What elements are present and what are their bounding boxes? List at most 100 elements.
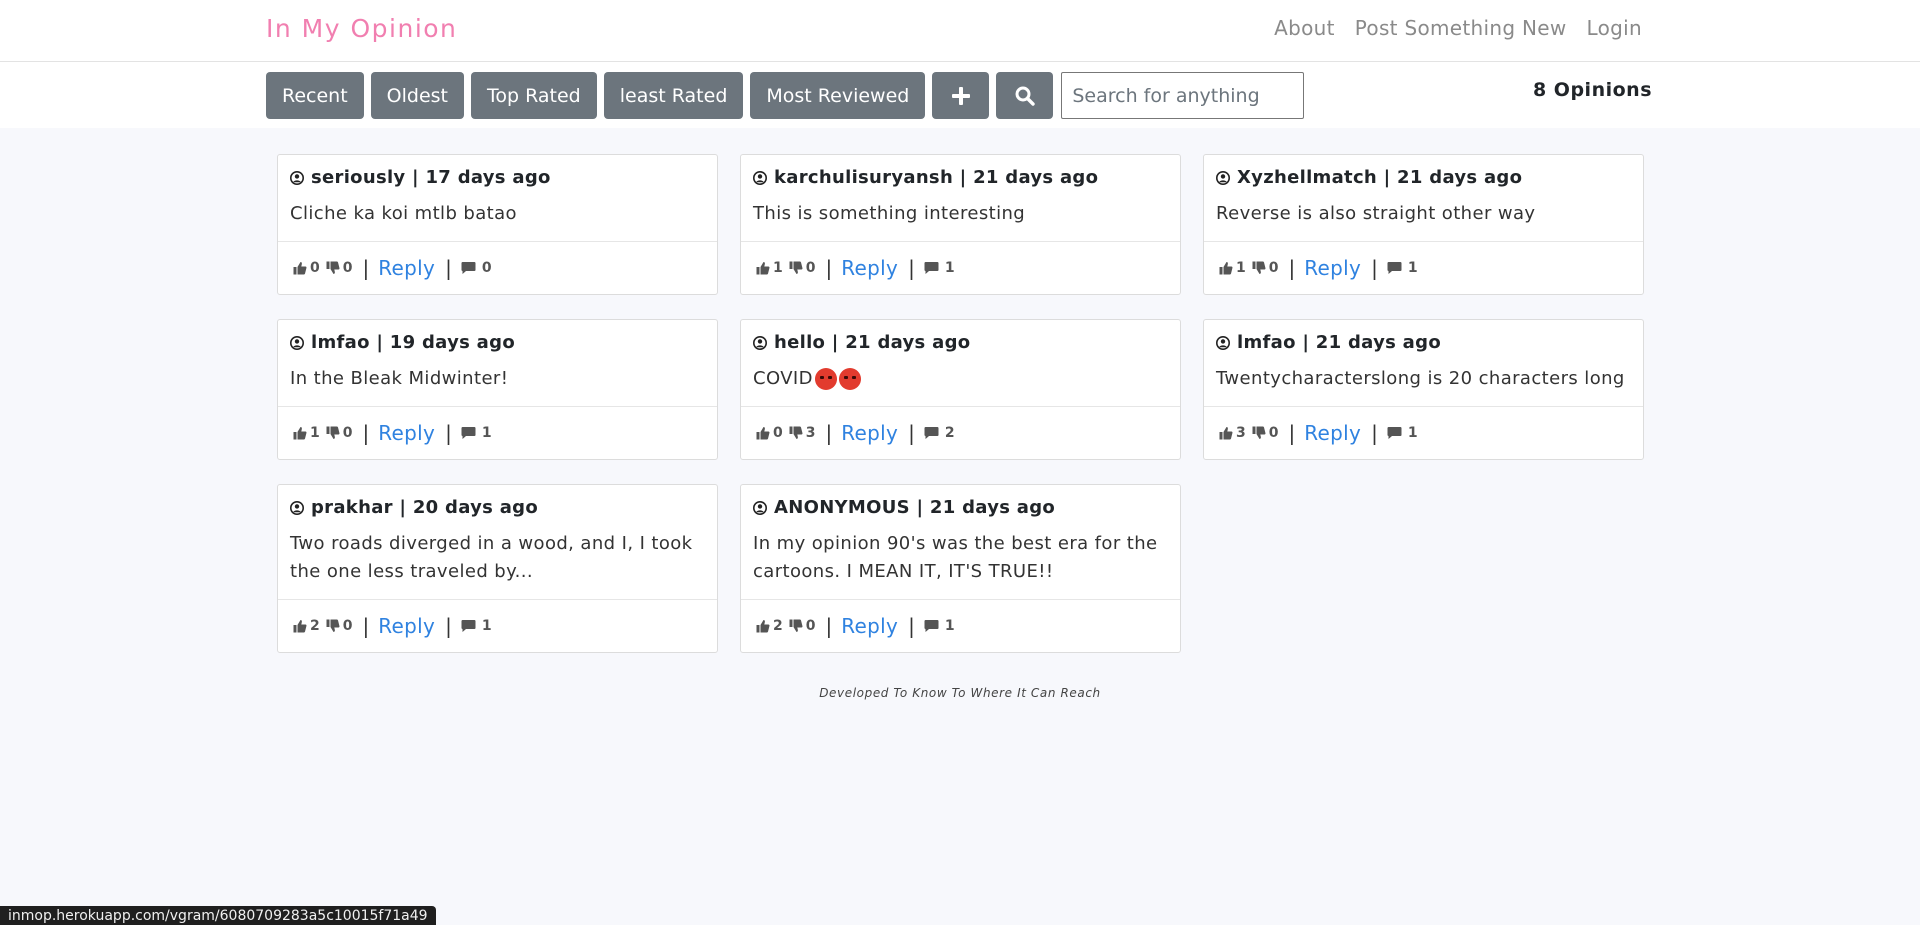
like-control[interactable]: 3 bbox=[1219, 425, 1246, 441]
comment-icon bbox=[924, 620, 939, 632]
card-text: Two roads diverged in a wood, and I, I t… bbox=[290, 530, 705, 586]
comment-count: 2 bbox=[944, 425, 955, 441]
reply-link[interactable]: Reply bbox=[841, 421, 898, 445]
dislike-count: 3 bbox=[805, 425, 816, 441]
thumbs-up-icon bbox=[756, 262, 770, 275]
reply-link[interactable]: Reply bbox=[841, 256, 898, 280]
card-title: lmfao | 21 days ago bbox=[1216, 332, 1631, 353]
card-text-content: This is something interesting bbox=[753, 203, 1026, 224]
sort-most-reviewed-button[interactable]: Most Reviewed bbox=[750, 72, 926, 119]
card-body: seriously | 17 days ago Cliche ka koi mt… bbox=[278, 155, 717, 241]
dislike-count: 0 bbox=[1268, 425, 1279, 441]
angry-face-emoji bbox=[838, 368, 861, 390]
card-author-time: prakhar | 20 days ago bbox=[311, 497, 539, 518]
divider: | bbox=[825, 421, 833, 445]
sort-recent-button[interactable]: Recent bbox=[266, 72, 364, 119]
like-control[interactable]: 0 bbox=[756, 425, 783, 441]
opinion-card: prakhar | 20 days ago Two roads diverged… bbox=[277, 484, 718, 653]
comment-icon bbox=[461, 427, 476, 439]
divider: | bbox=[908, 614, 915, 638]
card-text: Reverse is also straight other way bbox=[1216, 200, 1631, 228]
nav-link-login[interactable]: Login bbox=[1587, 16, 1642, 40]
opinion-card: karchulisuryansh | 21 days ago This is s… bbox=[740, 154, 1181, 295]
dislike-control[interactable]: 0 bbox=[789, 260, 816, 276]
dislike-count: 0 bbox=[342, 425, 353, 441]
comment-count: 1 bbox=[1407, 425, 1418, 441]
search-button[interactable] bbox=[996, 72, 1054, 119]
like-count: 1 bbox=[1236, 260, 1246, 276]
card-author-time: lmfao | 19 days ago bbox=[311, 332, 515, 353]
divider: | bbox=[908, 421, 915, 445]
reply-link[interactable]: Reply bbox=[378, 421, 435, 445]
card-text-content: COVID bbox=[753, 368, 813, 389]
comment-control[interactable]: 1 bbox=[1387, 425, 1418, 441]
comment-icon bbox=[461, 262, 476, 274]
like-control[interactable]: 1 bbox=[293, 425, 320, 441]
dislike-control[interactable]: 0 bbox=[326, 618, 353, 634]
like-control[interactable]: 1 bbox=[1219, 260, 1246, 276]
thumbs-down-icon bbox=[1252, 426, 1266, 439]
like-count: 2 bbox=[773, 618, 783, 634]
reply-link[interactable]: Reply bbox=[378, 614, 435, 638]
dislike-control[interactable]: 0 bbox=[1252, 425, 1279, 441]
like-count: 2 bbox=[310, 618, 320, 634]
add-opinion-button[interactable] bbox=[932, 72, 990, 119]
user-circle-icon bbox=[753, 500, 767, 515]
nav-link-about[interactable]: About bbox=[1274, 16, 1335, 40]
dislike-count: 0 bbox=[342, 618, 353, 634]
user-circle-icon bbox=[753, 170, 767, 185]
like-control[interactable]: 2 bbox=[293, 618, 320, 634]
card-footer: 3 0 | Reply | 1 bbox=[1204, 406, 1643, 459]
comment-icon bbox=[461, 620, 476, 632]
thumbs-down-icon bbox=[326, 619, 340, 632]
browser-status-url: inmop.herokuapp.com/vgram/6080709283a5c1… bbox=[0, 906, 436, 925]
card-text: In the Bleak Midwinter! bbox=[290, 365, 705, 393]
opinion-card: lmfao | 21 days ago Twentycharacterslong… bbox=[1203, 319, 1644, 460]
reply-link[interactable]: Reply bbox=[1304, 421, 1361, 445]
comment-control[interactable]: 1 bbox=[924, 260, 955, 276]
dislike-control[interactable]: 0 bbox=[1252, 260, 1279, 276]
footer-note: Developed To Know To Where It Can Reach bbox=[819, 686, 1101, 700]
reply-link[interactable]: Reply bbox=[841, 614, 898, 638]
user-circle-icon bbox=[290, 170, 304, 185]
dislike-control[interactable]: 0 bbox=[326, 425, 353, 441]
comment-control[interactable]: 1 bbox=[1387, 260, 1418, 276]
sort-top-rated-button[interactable]: Top Rated bbox=[471, 72, 597, 119]
reply-link[interactable]: Reply bbox=[1304, 256, 1361, 280]
comment-control[interactable]: 1 bbox=[461, 425, 492, 441]
divider: | bbox=[1288, 256, 1296, 280]
thumbs-down-icon bbox=[1252, 261, 1266, 274]
angry-face-emoji bbox=[814, 368, 837, 390]
dislike-control[interactable]: 3 bbox=[789, 425, 816, 441]
divider: | bbox=[362, 421, 370, 445]
sort-oldest-button[interactable]: Oldest bbox=[370, 72, 465, 119]
card-author-time: karchulisuryansh | 21 days ago bbox=[774, 167, 1099, 188]
user-circle-icon bbox=[290, 500, 304, 515]
search-input[interactable] bbox=[1061, 72, 1305, 119]
thumbs-up-icon bbox=[293, 427, 307, 440]
dislike-control[interactable]: 0 bbox=[789, 618, 816, 634]
comment-count: 1 bbox=[481, 618, 492, 634]
comment-icon bbox=[1387, 262, 1402, 274]
comment-control[interactable]: 1 bbox=[924, 618, 955, 634]
comment-control[interactable]: 0 bbox=[461, 260, 492, 276]
comment-control[interactable]: 2 bbox=[924, 425, 955, 441]
reply-link[interactable]: Reply bbox=[378, 256, 435, 280]
like-control[interactable]: 0 bbox=[293, 260, 320, 276]
comment-control[interactable]: 1 bbox=[461, 618, 492, 634]
card-title: ANONYMOUS | 21 days ago bbox=[753, 497, 1168, 518]
like-control[interactable]: 2 bbox=[756, 618, 783, 634]
sort-least-rated-button[interactable]: least Rated bbox=[603, 72, 744, 119]
like-control[interactable]: 1 bbox=[756, 260, 783, 276]
navbar: In My Opinion About Post Something New L… bbox=[0, 0, 1920, 62]
card-footer: 2 0 | Reply | 1 bbox=[278, 599, 717, 652]
comment-icon bbox=[924, 262, 939, 274]
brand-logo[interactable]: In My Opinion bbox=[266, 14, 457, 43]
dislike-control[interactable]: 0 bbox=[326, 260, 353, 276]
opinion-count: 8 Opinions bbox=[1532, 79, 1652, 101]
nav-link-post-new[interactable]: Post Something New bbox=[1355, 16, 1567, 40]
divider: | bbox=[825, 256, 833, 280]
comment-count: 1 bbox=[481, 425, 492, 441]
opinion-card: hello | 21 days ago COVID 0 3 | Reply | … bbox=[740, 319, 1181, 460]
divider: | bbox=[1371, 256, 1378, 280]
